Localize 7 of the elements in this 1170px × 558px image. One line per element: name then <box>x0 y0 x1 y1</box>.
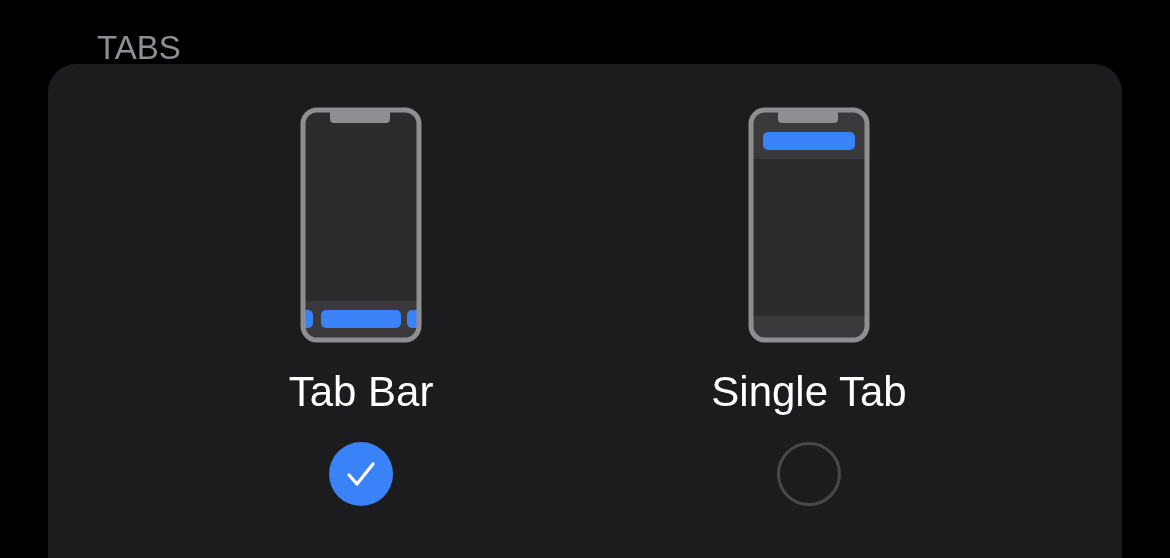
section-title: TABS <box>96 28 182 64</box>
phone-layout-icon[interactable] <box>299 106 423 344</box>
option-label: Tab Bar <box>288 367 434 417</box>
radio-button[interactable] <box>777 442 841 506</box>
check-icon <box>346 461 376 487</box>
phone-layout-icon[interactable] <box>747 106 871 344</box>
option-label: Single Tab <box>711 367 907 417</box>
